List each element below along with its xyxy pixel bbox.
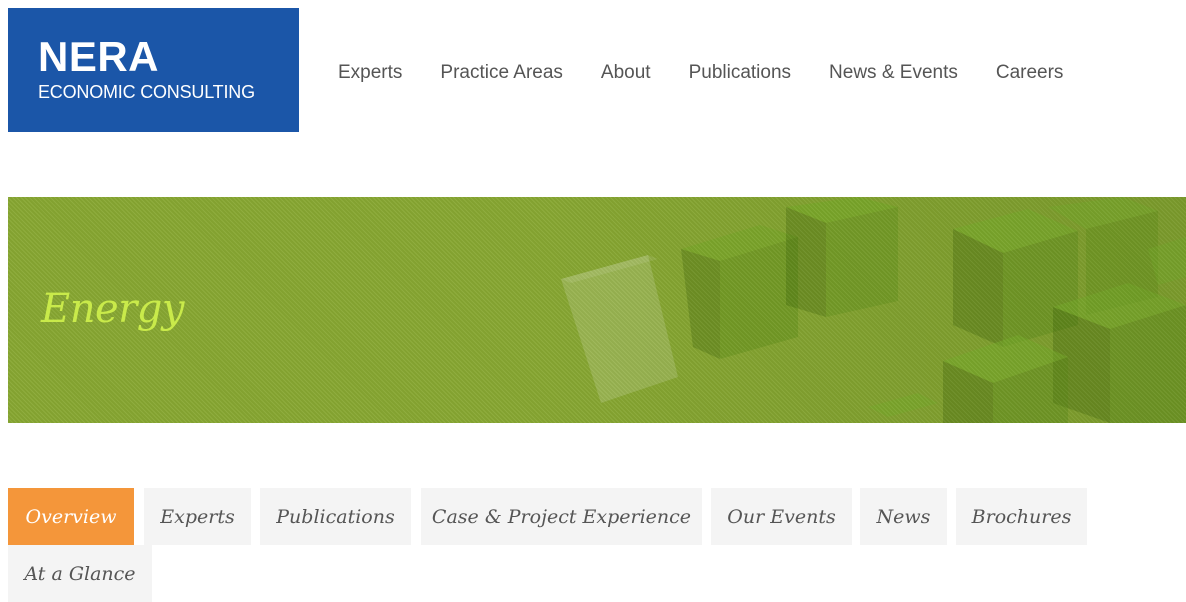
hero-banner: Energy (8, 197, 1186, 423)
tab-at-a-glance[interactable]: At a Glance (8, 545, 152, 602)
nav-item-about[interactable]: About (601, 60, 651, 86)
tab-brochures[interactable]: Brochures (956, 488, 1087, 545)
nav-item-practice-areas[interactable]: Practice Areas (440, 60, 563, 86)
nera-logo[interactable]: NERA ECONOMIC CONSULTING (8, 8, 299, 132)
page-title: Energy (41, 286, 184, 332)
logo-title: NERA (38, 33, 160, 80)
tab-our-events[interactable]: Our Events (711, 488, 852, 545)
tab-publications[interactable]: Publications (260, 488, 411, 545)
tab-experts[interactable]: Experts (144, 488, 251, 545)
nav-item-publications[interactable]: Publications (689, 60, 791, 86)
nav-item-experts[interactable]: Experts (338, 60, 402, 86)
tab-news[interactable]: News (860, 488, 947, 545)
main-nav: Experts Practice Areas About Publication… (338, 60, 1063, 86)
logo-subtitle: ECONOMIC CONSULTING (38, 82, 255, 102)
tab-overview[interactable]: Overview (8, 488, 134, 545)
nav-item-news-events[interactable]: News & Events (829, 60, 958, 86)
banner-shade (8, 197, 1186, 423)
nav-item-careers[interactable]: Careers (996, 60, 1064, 86)
tab-case-project-experience[interactable]: Case & Project Experience (421, 488, 702, 545)
